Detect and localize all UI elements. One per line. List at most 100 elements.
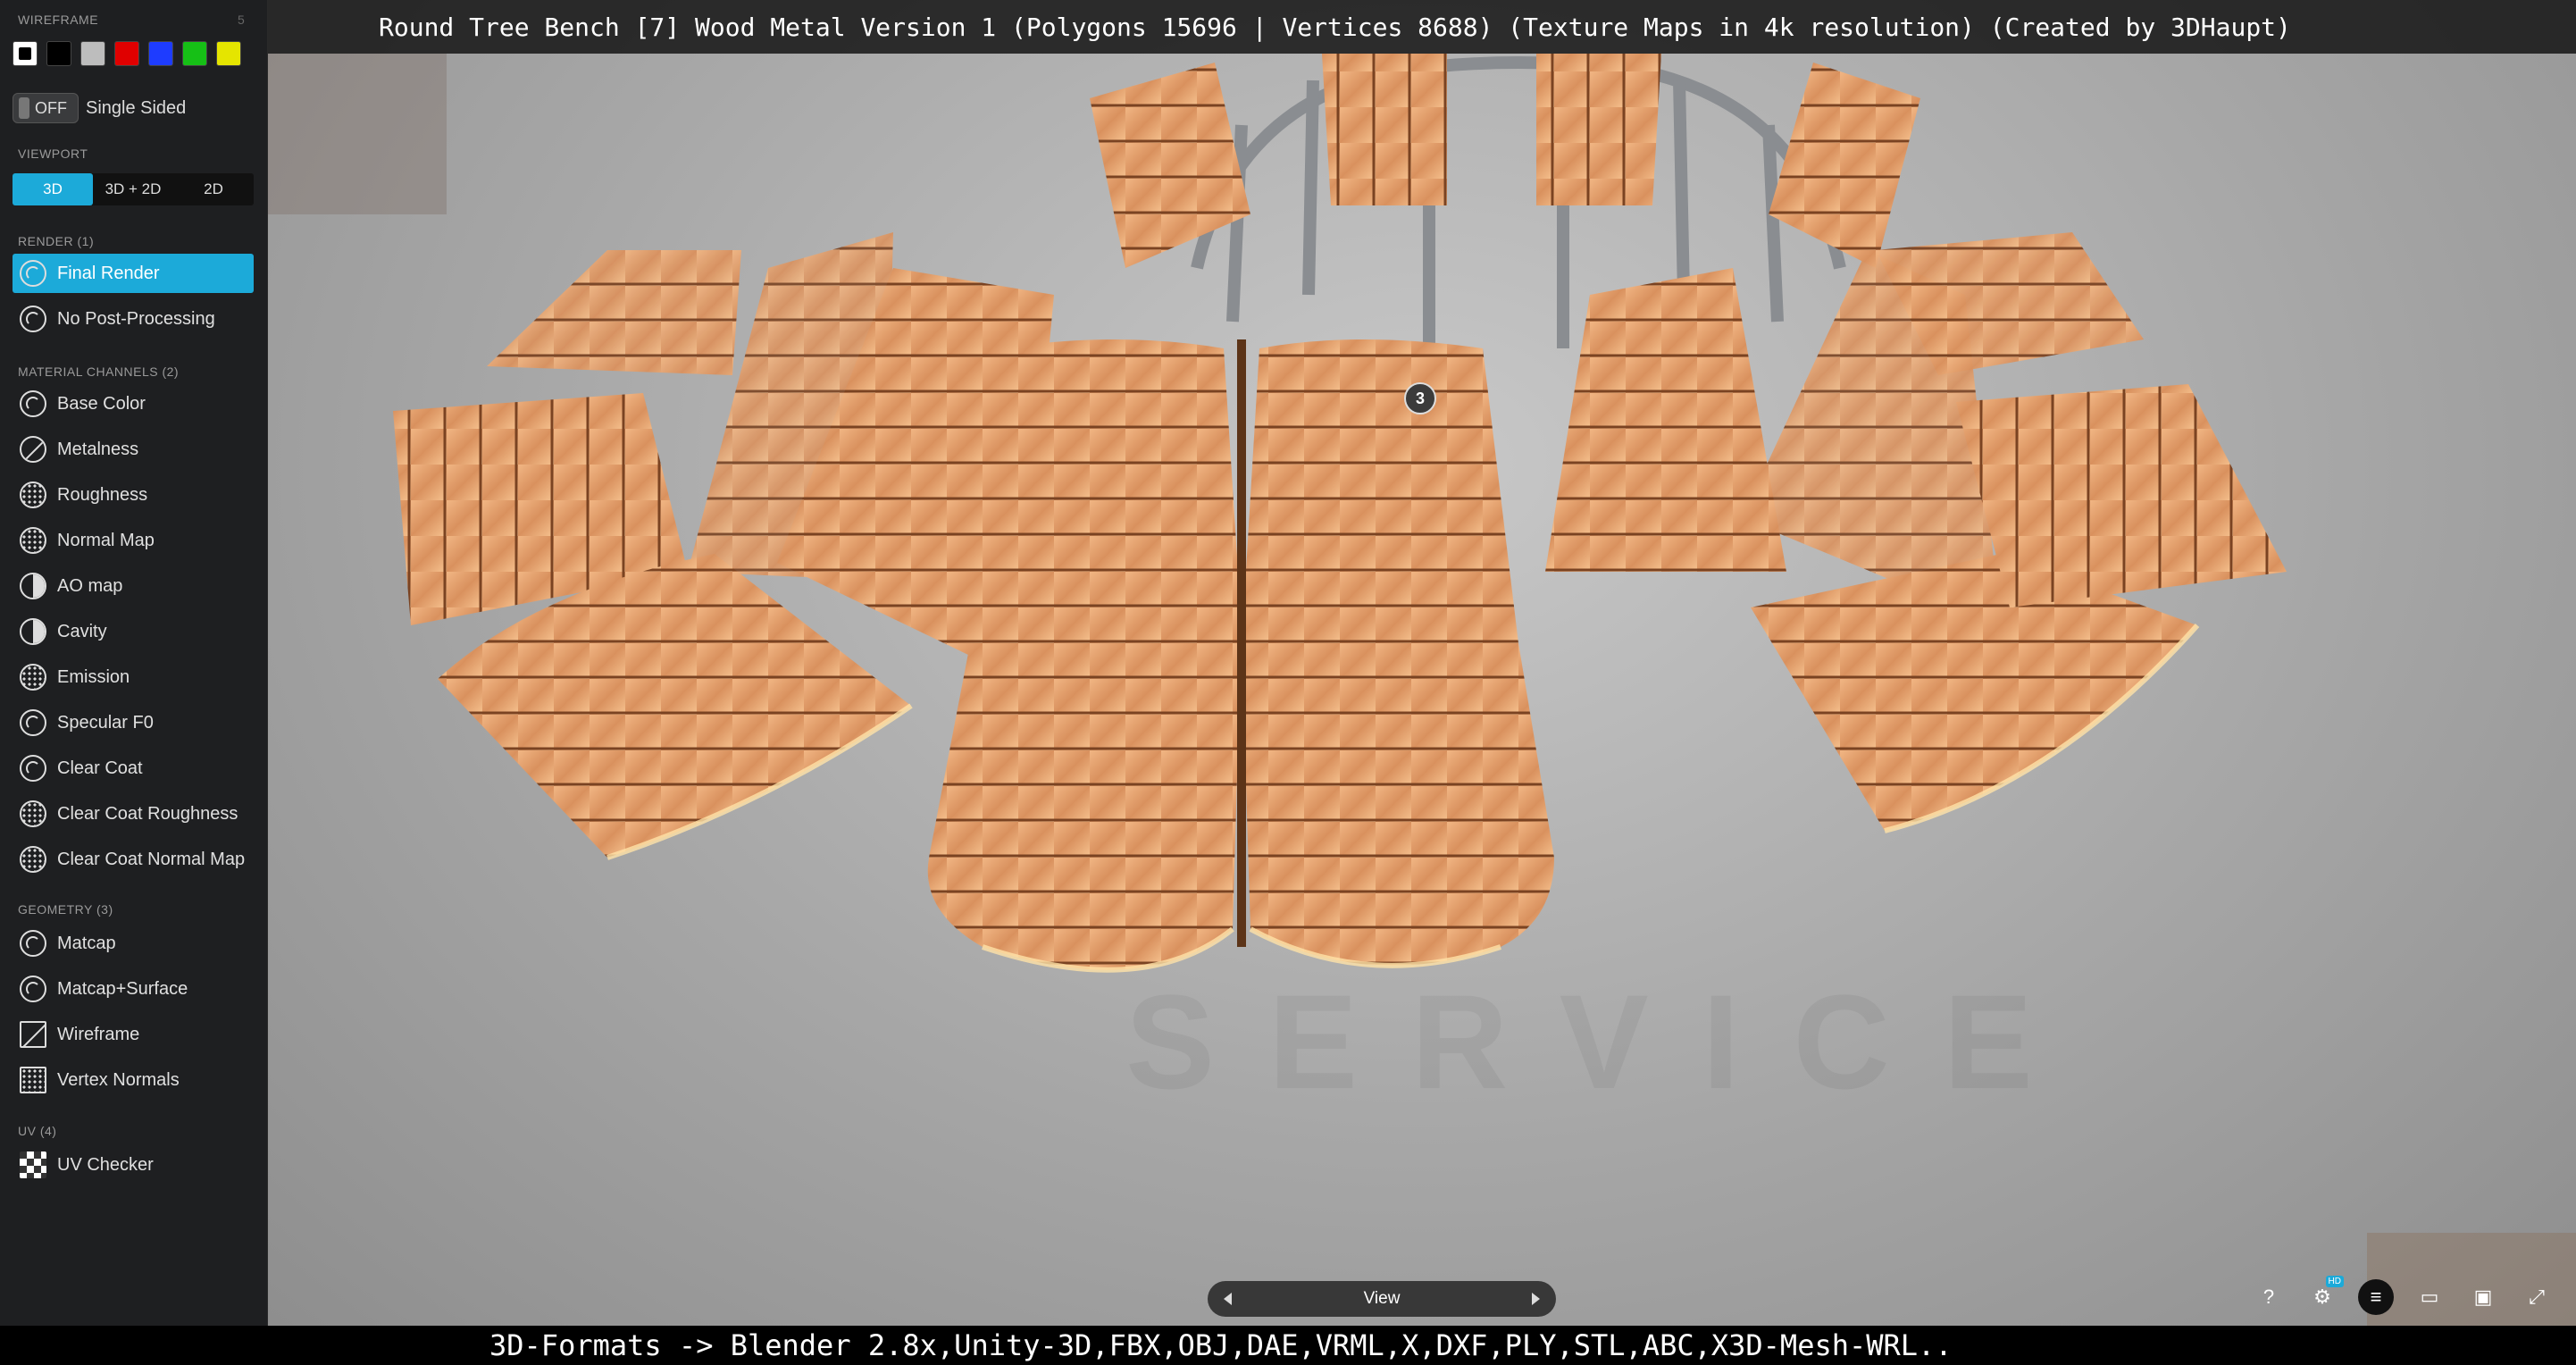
channel-specular-f0[interactable]: Specular F0 bbox=[13, 703, 254, 742]
annotation-hotspot[interactable]: 3 bbox=[1404, 382, 1436, 415]
item-label: Base Color bbox=[57, 393, 146, 414]
center-seats bbox=[927, 339, 1554, 970]
clear-coat-normal-icon bbox=[20, 846, 46, 873]
geometry-matcap-surface[interactable]: Matcap+Surface bbox=[13, 969, 254, 1009]
emission-icon bbox=[20, 664, 46, 691]
swatch-yellow[interactable] bbox=[216, 41, 241, 66]
right-seats bbox=[1545, 232, 2287, 831]
next-view-icon[interactable] bbox=[1532, 1293, 1540, 1305]
channel-clear-coat-roughness[interactable]: Clear Coat Roughness bbox=[13, 794, 254, 833]
geometry-vertex-normals[interactable]: Vertex Normals bbox=[13, 1060, 254, 1100]
formats-footer: 3D-Formats -> Blender 2.8x,Unity-3D,FBX,… bbox=[0, 1326, 2576, 1365]
embed-icon[interactable]: ▣ bbox=[2465, 1279, 2501, 1315]
channel-normal-map[interactable]: Normal Map bbox=[13, 521, 254, 560]
render-section-title: RENDER (1) bbox=[18, 234, 95, 248]
tab-2d[interactable]: 2D bbox=[173, 173, 254, 205]
channel-ao-map[interactable]: AO map bbox=[13, 566, 254, 606]
settings-icon[interactable]: ⚙ HD bbox=[2304, 1276, 2344, 1315]
bench-model bbox=[268, 54, 2576, 1326]
material-section-title: MATERIAL CHANNELS (2) bbox=[18, 364, 180, 379]
model-title: Round Tree Bench [7] Wood Metal Version … bbox=[268, 0, 2576, 54]
channel-emission[interactable]: Emission bbox=[13, 657, 254, 697]
item-label: Specular F0 bbox=[57, 712, 154, 733]
geometry-section-title: GEOMETRY (3) bbox=[18, 902, 113, 917]
item-label: Cavity bbox=[57, 621, 107, 641]
swatch-blue[interactable] bbox=[148, 41, 173, 66]
sphere-icon bbox=[20, 306, 46, 332]
cavity-icon bbox=[20, 618, 46, 645]
item-label: UV Checker bbox=[57, 1154, 154, 1175]
item-label: No Post-Processing bbox=[57, 308, 215, 329]
wireframe-count: 5 bbox=[238, 13, 245, 27]
single-sided-toggle[interactable]: OFF bbox=[13, 93, 79, 123]
item-label: Clear Coat Normal Map bbox=[57, 849, 246, 869]
item-label: Vertex Normals bbox=[57, 1069, 180, 1090]
clear-coat-icon bbox=[20, 755, 46, 782]
item-label: AO map bbox=[57, 575, 123, 596]
uv-checker[interactable]: UV Checker bbox=[13, 1145, 254, 1185]
layers-icon[interactable]: ≡ bbox=[2358, 1279, 2394, 1315]
item-label: Matcap bbox=[57, 933, 116, 953]
hd-badge: HD bbox=[2325, 1276, 2344, 1287]
render-no-post-processing[interactable]: No Post-Processing bbox=[13, 299, 254, 339]
roughness-icon bbox=[20, 482, 46, 508]
item-label: Clear Coat bbox=[57, 758, 143, 778]
channel-metalness[interactable]: Metalness bbox=[13, 430, 254, 469]
view-label: View bbox=[1363, 1289, 1401, 1308]
normal-map-icon bbox=[20, 527, 46, 554]
viewer-controls: ? ⚙ HD ≡ ▭ ▣ ⤢ bbox=[2251, 1276, 2555, 1315]
swatch-green[interactable] bbox=[182, 41, 207, 66]
wireframe-color-swatches bbox=[13, 41, 241, 66]
item-label: Wireframe bbox=[57, 1024, 140, 1044]
wireframe-icon bbox=[20, 1021, 46, 1048]
metalness-icon bbox=[20, 436, 46, 463]
3d-viewport[interactable]: SERVICE 3 bbox=[268, 0, 2576, 1326]
item-label: Metalness bbox=[57, 439, 139, 459]
toggle-knob bbox=[19, 97, 29, 119]
base-color-icon bbox=[20, 390, 46, 417]
clear-coat-roughness-icon bbox=[20, 800, 46, 827]
uv-section-title: UV (4) bbox=[18, 1124, 57, 1138]
rear-seats bbox=[1090, 54, 1920, 268]
item-label: Normal Map bbox=[57, 530, 155, 550]
matcap-surface-icon bbox=[20, 976, 46, 1002]
previous-view-icon[interactable] bbox=[1224, 1293, 1232, 1305]
swatch-black[interactable] bbox=[46, 41, 71, 66]
sphere-icon bbox=[20, 260, 46, 287]
metal-frame bbox=[1191, 56, 1846, 348]
specular-icon bbox=[20, 709, 46, 736]
geometry-wireframe[interactable]: Wireframe bbox=[13, 1015, 254, 1054]
swatch-grey[interactable] bbox=[80, 41, 105, 66]
tab-3d[interactable]: 3D bbox=[13, 173, 93, 205]
channel-roughness[interactable]: Roughness bbox=[13, 475, 254, 515]
channel-cavity[interactable]: Cavity bbox=[13, 612, 254, 651]
item-label: Final Render bbox=[57, 263, 160, 283]
channel-clear-coat[interactable]: Clear Coat bbox=[13, 749, 254, 788]
item-label: Clear Coat Roughness bbox=[57, 803, 238, 824]
watermark: SERVICE bbox=[1125, 967, 2087, 1117]
single-sided-row: OFF Single Sided bbox=[13, 93, 186, 123]
tab-3d-2d[interactable]: 3D + 2D bbox=[93, 173, 173, 205]
toggle-state: OFF bbox=[35, 98, 67, 117]
swatch-white[interactable] bbox=[13, 41, 38, 66]
item-label: Emission bbox=[57, 666, 130, 687]
single-sided-label: Single Sided bbox=[86, 97, 187, 118]
channel-base-color[interactable]: Base Color bbox=[13, 384, 254, 423]
matcap-icon bbox=[20, 930, 46, 957]
viewport-section-title: VIEWPORT bbox=[18, 147, 88, 161]
render-final-render[interactable]: Final Render bbox=[13, 254, 254, 293]
sidebar: WIREFRAME 5 OFF Single Sided VIEWPORT 3D… bbox=[0, 0, 268, 1326]
vertex-normals-icon bbox=[20, 1067, 46, 1093]
item-label: Roughness bbox=[57, 484, 148, 505]
item-label: Matcap+Surface bbox=[57, 978, 188, 999]
help-icon[interactable]: ? bbox=[2251, 1279, 2287, 1315]
vr-headset-icon[interactable]: ▭ bbox=[2412, 1279, 2447, 1315]
viewport-tabs: 3D 3D + 2D 2D bbox=[13, 173, 254, 205]
fullscreen-icon[interactable]: ⤢ bbox=[2519, 1279, 2555, 1315]
channel-clear-coat-normal-map[interactable]: Clear Coat Normal Map bbox=[13, 840, 254, 879]
swatch-red[interactable] bbox=[114, 41, 139, 66]
geometry-matcap[interactable]: Matcap bbox=[13, 924, 254, 963]
view-navigator: View bbox=[1208, 1281, 1556, 1317]
wireframe-section-title: WIREFRAME bbox=[18, 13, 99, 27]
uv-checker-icon bbox=[20, 1151, 46, 1178]
